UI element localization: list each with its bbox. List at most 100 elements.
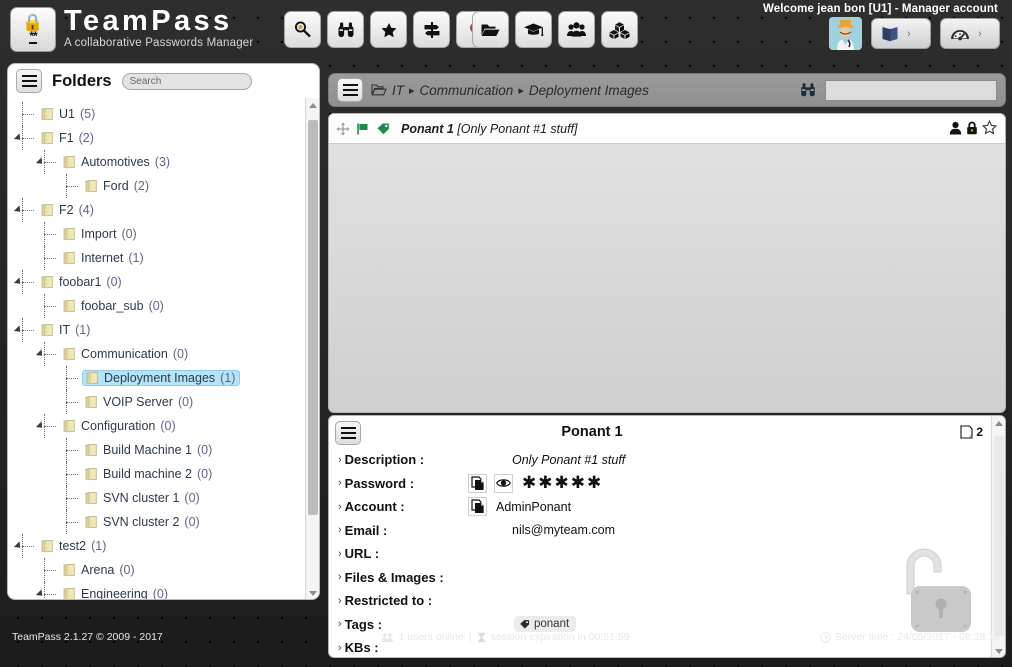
item-search-input[interactable] (825, 79, 997, 101)
folder-icon (85, 516, 97, 528)
breadcrumb-part[interactable]: Communication (420, 83, 514, 98)
scrollbar-thumb[interactable] (994, 436, 1004, 636)
folder-tree-item-label[interactable]: SVN cluster 1 (0) (82, 490, 204, 506)
detail-field-label[interactable]: › URL : (338, 546, 468, 561)
main-panel: IT ▸ Communication ▸ Deployment Images P… (328, 63, 1006, 658)
folder-tree-item-label[interactable]: F1 (2) (38, 130, 98, 146)
copy-icon-button[interactable] (468, 497, 487, 517)
eye-icon-button[interactable] (494, 473, 513, 493)
folder-tree-item[interactable]: Engineering (0) (8, 582, 319, 599)
star-outline-icon[interactable] (982, 120, 997, 135)
folder-tree-item-label[interactable]: foobar1 (0) (38, 274, 126, 290)
folder-tree-item[interactable]: Automotives (3) (8, 150, 319, 174)
main-menu-button[interactable] (337, 78, 363, 102)
star-icon-button[interactable] (370, 11, 407, 48)
tree-connector (22, 126, 23, 150)
folder-icon (85, 444, 97, 456)
detail-field-label[interactable]: › Description : (338, 452, 468, 467)
detail-field-value: Only Ponant #1 stuff (468, 453, 625, 467)
graduation-cap-icon-button[interactable] (515, 11, 552, 48)
folder-tree-item[interactable]: test2 (1) (8, 534, 319, 558)
folder-tree-item[interactable]: Internet (1) (8, 246, 319, 270)
tree-connector (44, 342, 45, 366)
folder-tree-item-label[interactable]: Internet (1) (60, 250, 148, 266)
folder-tree-item[interactable]: U1 (5) (8, 102, 319, 126)
folders-menu-button[interactable] (16, 69, 42, 93)
gauge-icon-button[interactable]: › (940, 18, 1000, 49)
scrollbar-thumb[interactable] (308, 120, 318, 515)
folder-tree-item[interactable]: F1 (2) (8, 126, 319, 150)
folder-item-count: (0) (196, 467, 213, 481)
flag-icon[interactable] (356, 122, 370, 136)
folder-tree-item[interactable]: Ford (2) (8, 174, 319, 198)
move-arrows-icon[interactable] (336, 122, 350, 136)
folder-tree-item[interactable]: Arena (0) (8, 558, 319, 582)
book-icon-button[interactable]: › (871, 18, 931, 49)
folder-tree-item-label[interactable]: U1 (5) (38, 106, 99, 122)
folder-tree-item-label[interactable]: Import (0) (60, 226, 141, 242)
detail-field-label[interactable]: › Account : (338, 499, 468, 514)
tree-connector (44, 246, 45, 270)
note-count[interactable]: 2 (960, 425, 983, 439)
scroll-up-arrow-icon[interactable] (995, 421, 1003, 426)
folder-tree-item[interactable]: IT (1) (8, 318, 319, 342)
folder-tree-item[interactable]: foobar_sub (0) (8, 294, 319, 318)
scroll-down-arrow-icon[interactable] (309, 591, 317, 596)
detail-field-label[interactable]: › Password : (338, 476, 468, 491)
folder-item-count: (4) (78, 203, 94, 217)
folder-tree-scrollbar[interactable] (305, 98, 319, 599)
table-row[interactable]: Ponant 1 [Only Ponant #1 stuff] (329, 114, 1005, 144)
users-group-icon-button[interactable] (558, 11, 595, 48)
folder-tree-item-label[interactable]: Engineering (0) (60, 586, 172, 599)
detail-field-label[interactable]: › Restricted to : (338, 593, 468, 608)
folder-tree-item[interactable]: F2 (4) (8, 198, 319, 222)
scroll-up-arrow-icon[interactable] (309, 103, 317, 108)
folder-tree-item[interactable]: foobar1 (0) (8, 270, 319, 294)
signpost-icon-button[interactable] (413, 11, 450, 48)
lock-icon[interactable] (966, 121, 978, 135)
folder-tree-item[interactable]: VOIP Server (0) (8, 390, 319, 414)
folder-tree-item[interactable]: Import (0) (8, 222, 319, 246)
folder-tree-item-label[interactable]: SVN cluster 2 (0) (82, 514, 204, 530)
search-icon-button[interactable] (284, 11, 321, 48)
folder-tree-item-label[interactable]: Configuration (0) (60, 418, 180, 434)
folder-name: F2 (59, 203, 74, 217)
gauge-icon (951, 29, 969, 40)
avatar[interactable] (829, 17, 862, 50)
folder-tree-item-label[interactable]: Deployment Images (1) (82, 370, 241, 386)
copy-icon-button[interactable] (468, 473, 487, 493)
tag-icon[interactable] (376, 122, 390, 136)
folder-tree-item-label[interactable]: VOIP Server (0) (82, 394, 197, 410)
folder-tree-item[interactable]: Build machine 2 (0) (8, 462, 319, 486)
folder-tree-item-label[interactable]: Communication (0) (60, 346, 192, 362)
folder-tree-scroll[interactable]: U1 (5) F1 (2) Automotives (3) Ford (2) F2 (4) Impo… (8, 98, 319, 599)
binoculars-icon-button[interactable] (327, 11, 364, 48)
eye-icon (496, 479, 511, 487)
folder-tree-item-label[interactable]: Automotives (3) (60, 154, 174, 170)
folder-tree-item-label[interactable]: Arena (0) (60, 562, 139, 578)
folder-tree-item[interactable]: Configuration (0) (8, 414, 319, 438)
folder-tree-item-label[interactable]: IT (1) (38, 322, 94, 338)
detail-field-label[interactable]: › Email : (338, 523, 468, 538)
tree-connector (44, 582, 45, 599)
user-icon[interactable] (949, 121, 962, 135)
breadcrumb-part[interactable]: IT (392, 83, 404, 98)
folder-open-icon-button[interactable] (472, 11, 509, 48)
folder-search-input[interactable] (121, 72, 252, 90)
folder-tree-item[interactable]: Deployment Images (1) (8, 366, 319, 390)
hamburger-icon-bar (342, 88, 358, 92)
folder-tree-item[interactable]: SVN cluster 2 (0) (8, 510, 319, 534)
folder-tree-item-label[interactable]: F2 (4) (38, 202, 98, 218)
folder-tree-item-label[interactable]: Build machine 2 (0) (82, 466, 216, 482)
cubes-icon-button[interactable] (601, 11, 638, 48)
detail-field-label[interactable]: › Files & Images : (338, 570, 468, 585)
breadcrumb-part[interactable]: Deployment Images (529, 83, 649, 98)
folder-tree-item-label[interactable]: Build Machine 1 (0) (82, 442, 216, 458)
folder-tree-item-label[interactable]: test2 (1) (38, 538, 110, 554)
folder-tree-item[interactable]: Communication (0) (8, 342, 319, 366)
folder-tree-item-label[interactable]: foobar_sub (0) (60, 298, 168, 314)
folder-tree-item[interactable]: Build Machine 1 (0) (8, 438, 319, 462)
folder-tree-item-label[interactable]: Ford (2) (82, 178, 153, 194)
folder-tree-item[interactable]: SVN cluster 1 (0) (8, 486, 319, 510)
item-title[interactable]: Ponant 1 [Only Ponant #1 stuff] (401, 122, 578, 136)
